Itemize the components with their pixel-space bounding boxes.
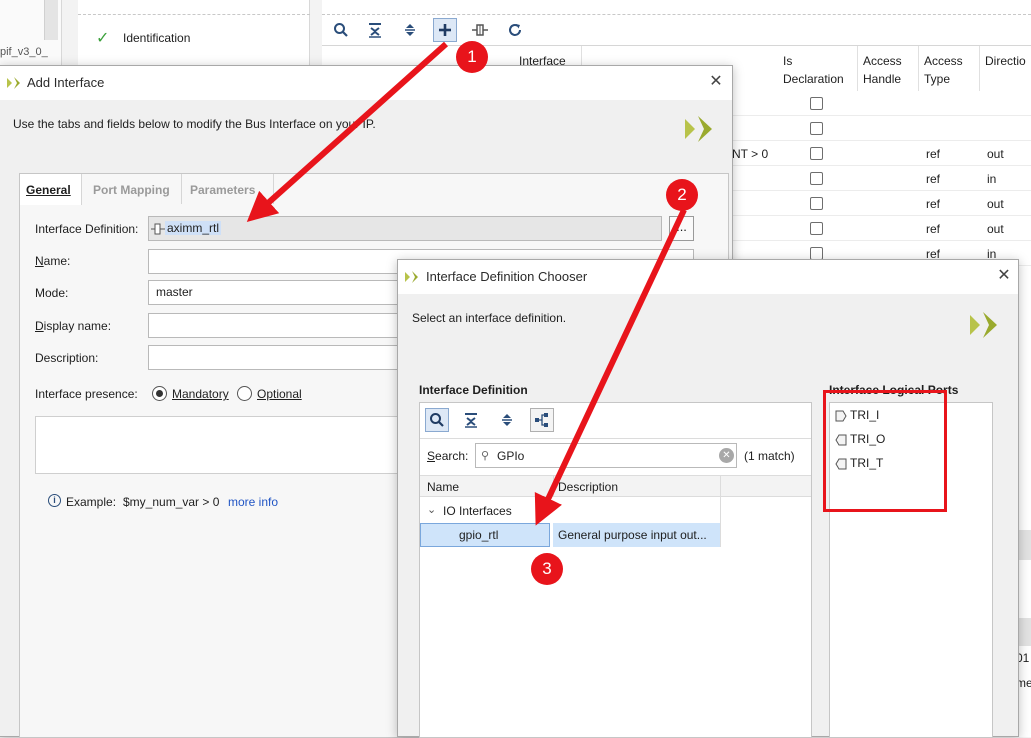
step-badge-3: 3 xyxy=(531,553,563,585)
step-badge-2: 2 xyxy=(666,179,698,211)
step-badge-1: 1 xyxy=(456,41,488,73)
annotation-arrows xyxy=(246,41,687,526)
